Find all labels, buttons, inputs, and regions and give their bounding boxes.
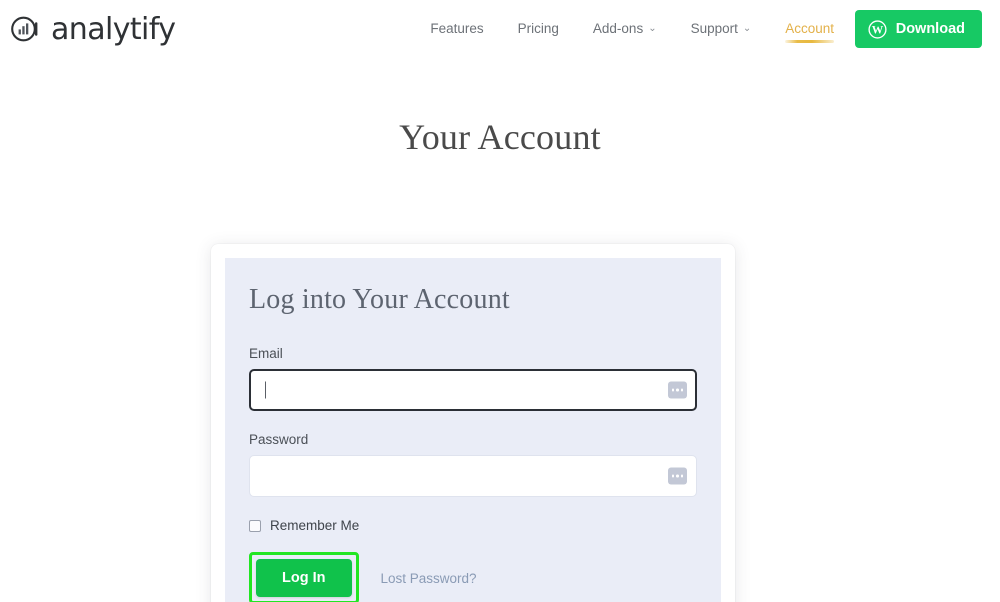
remember-me-label: Remember Me <box>270 518 360 533</box>
email-input[interactable] <box>249 369 697 411</box>
login-card-wrapper: Log into Your Account Email Password Rem… <box>211 244 735 602</box>
wordpress-icon: W <box>868 19 887 39</box>
chevron-down-icon: ⌄ <box>648 23 657 34</box>
login-card: Log into Your Account Email Password Rem… <box>211 244 735 602</box>
svg-text:W: W <box>871 24 883 36</box>
login-action-row: Log In Lost Password? <box>249 552 697 602</box>
brand-name: analytify <box>51 11 176 47</box>
password-input[interactable] <box>249 455 697 497</box>
brand-logo[interactable]: analytify <box>10 11 176 47</box>
nav-item-support[interactable]: Support ⌄ <box>691 21 752 38</box>
nav-label: Account <box>785 20 835 36</box>
login-button-highlight: Log In <box>249 552 359 602</box>
download-button-label: Download <box>895 21 965 37</box>
download-button[interactable]: W Download <box>854 10 982 48</box>
login-panel: Log into Your Account Email Password Rem… <box>225 258 721 602</box>
main-navigation: Features Pricing Add-ons ⌄ Support ⌄ Acc… <box>430 20 835 43</box>
email-label: Email <box>249 346 283 361</box>
active-nav-underline <box>785 39 835 43</box>
password-field-row <box>249 455 697 497</box>
autofill-dots-icon[interactable] <box>668 381 687 399</box>
nav-label: Support <box>690 20 738 36</box>
login-button[interactable]: Log In <box>256 559 352 597</box>
nav-item-pricing[interactable]: Pricing <box>518 21 559 38</box>
text-cursor <box>265 381 266 399</box>
lost-password-link[interactable]: Lost Password? <box>381 571 477 586</box>
nav-item-features[interactable]: Features <box>430 21 483 38</box>
analytify-circle-bars-icon <box>10 14 40 44</box>
chevron-down-icon: ⌄ <box>742 23 752 34</box>
email-field-row <box>249 369 697 411</box>
nav-item-add-ons[interactable]: Add-ons ⌄ <box>593 21 657 38</box>
nav-label: Pricing <box>517 20 559 36</box>
remember-me-checkbox[interactable] <box>249 519 261 532</box>
page-title: Your Account <box>399 117 601 157</box>
autofill-dots-icon[interactable] <box>668 467 687 485</box>
remember-me-row[interactable]: Remember Me <box>249 518 697 533</box>
password-label: Password <box>249 432 309 447</box>
site-header: analytify Features Pricing Add-ons ⌄ Sup… <box>0 0 1000 58</box>
nav-item-account[interactable]: Account <box>785 20 835 43</box>
nav-label: Features <box>430 20 484 36</box>
login-panel-title: Log into Your Account <box>249 284 510 315</box>
nav-label: Add-ons <box>592 20 644 36</box>
